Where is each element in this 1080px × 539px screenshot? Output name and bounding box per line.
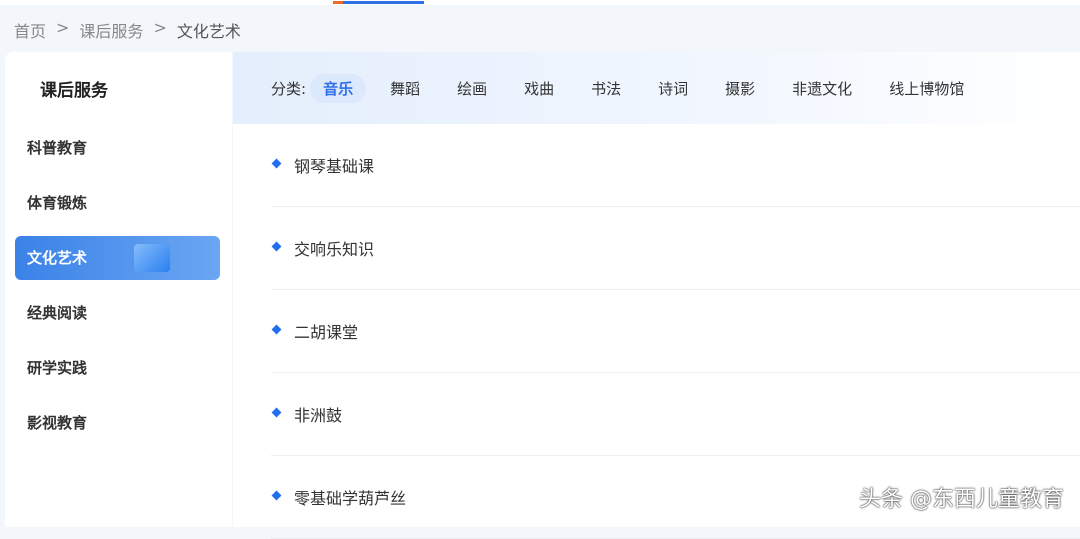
sidebar-item-sports[interactable]: 体育锻炼 (15, 181, 220, 225)
sidebar-item-label: 科普教育 (27, 139, 88, 157)
category-painting[interactable]: 绘画 (444, 74, 500, 103)
active-tab-indicator (333, 1, 424, 4)
sidebar-item-film[interactable]: 影视教育 (15, 401, 220, 445)
category-photography[interactable]: 摄影 (712, 74, 768, 103)
sidebar-item-study-tour[interactable]: 研学实践 (15, 346, 220, 390)
breadcrumb-home[interactable]: 首页 (14, 18, 46, 42)
diamond-bullet-icon (271, 324, 282, 334)
sidebar-item-science[interactable]: 科普教育 (15, 126, 220, 170)
category-filter: 分类: 音乐 舞蹈 绘画 戏曲 书法 诗词 摄影 非遗文化 线上博物馆 (233, 52, 1080, 124)
course-title: 钢琴基础课 (294, 157, 375, 176)
course-title: 二胡课堂 (294, 323, 359, 342)
top-bar (0, 0, 1080, 5)
category-dance[interactable]: 舞蹈 (377, 74, 433, 103)
list-item[interactable]: 二胡课堂 (271, 290, 1080, 373)
sidebar-item-label: 影视教育 (27, 414, 88, 432)
sidebar-item-arts[interactable]: 文化艺术 (15, 236, 220, 280)
sidebar-title: 课后服务 (40, 81, 108, 101)
list-item[interactable]: 交响乐知识 (271, 207, 1080, 290)
sidebar: 课后服务 科普教育 体育锻炼 文化艺术 经典阅读 研学实践 影视教育 (5, 52, 232, 527)
sidebar-item-label: 经典阅读 (27, 304, 88, 322)
course-title: 零基础学葫芦丝 (294, 489, 407, 508)
category-poetry[interactable]: 诗词 (645, 74, 701, 103)
main-content: 分类: 音乐 舞蹈 绘画 戏曲 书法 诗词 摄影 非遗文化 线上博物馆 钢琴基础… (233, 52, 1080, 539)
course-list: 钢琴基础课 交响乐知识 二胡课堂 非洲鼓 零基础学葫芦丝 (233, 124, 1080, 539)
category-opera[interactable]: 戏曲 (511, 74, 567, 103)
breadcrumb-separator: > (153, 18, 167, 37)
diamond-bullet-icon (271, 241, 282, 251)
category-heritage[interactable]: 非遗文化 (779, 74, 865, 103)
diamond-bullet-icon (271, 407, 282, 417)
sidebar-item-label: 体育锻炼 (27, 194, 88, 212)
sidebar-item-reading[interactable]: 经典阅读 (15, 291, 220, 335)
breadcrumb-after-school[interactable]: 课后服务 (79, 18, 143, 42)
diamond-bullet-icon (271, 158, 282, 168)
sidebar-item-label: 研学实践 (27, 359, 88, 377)
breadcrumb-separator: > (56, 18, 70, 37)
breadcrumb: 首页 > 课后服务 > 文化艺术 (14, 18, 241, 42)
list-item[interactable]: 钢琴基础课 (271, 124, 1080, 207)
category-calligraphy[interactable]: 书法 (578, 74, 634, 103)
building-illustration-icon (134, 244, 170, 272)
category-online-museum[interactable]: 线上博物馆 (876, 74, 977, 103)
course-title: 交响乐知识 (294, 240, 375, 259)
category-music[interactable]: 音乐 (310, 73, 367, 103)
watermark: 头条 @东西儿童教育 (859, 487, 1064, 512)
diamond-bullet-icon (271, 490, 282, 500)
breadcrumb-current: 文化艺术 (176, 22, 241, 41)
course-title: 非洲鼓 (294, 406, 343, 425)
sidebar-item-label: 文化艺术 (27, 249, 88, 267)
list-item[interactable]: 非洲鼓 (271, 373, 1080, 456)
category-label: 分类: (271, 79, 307, 98)
